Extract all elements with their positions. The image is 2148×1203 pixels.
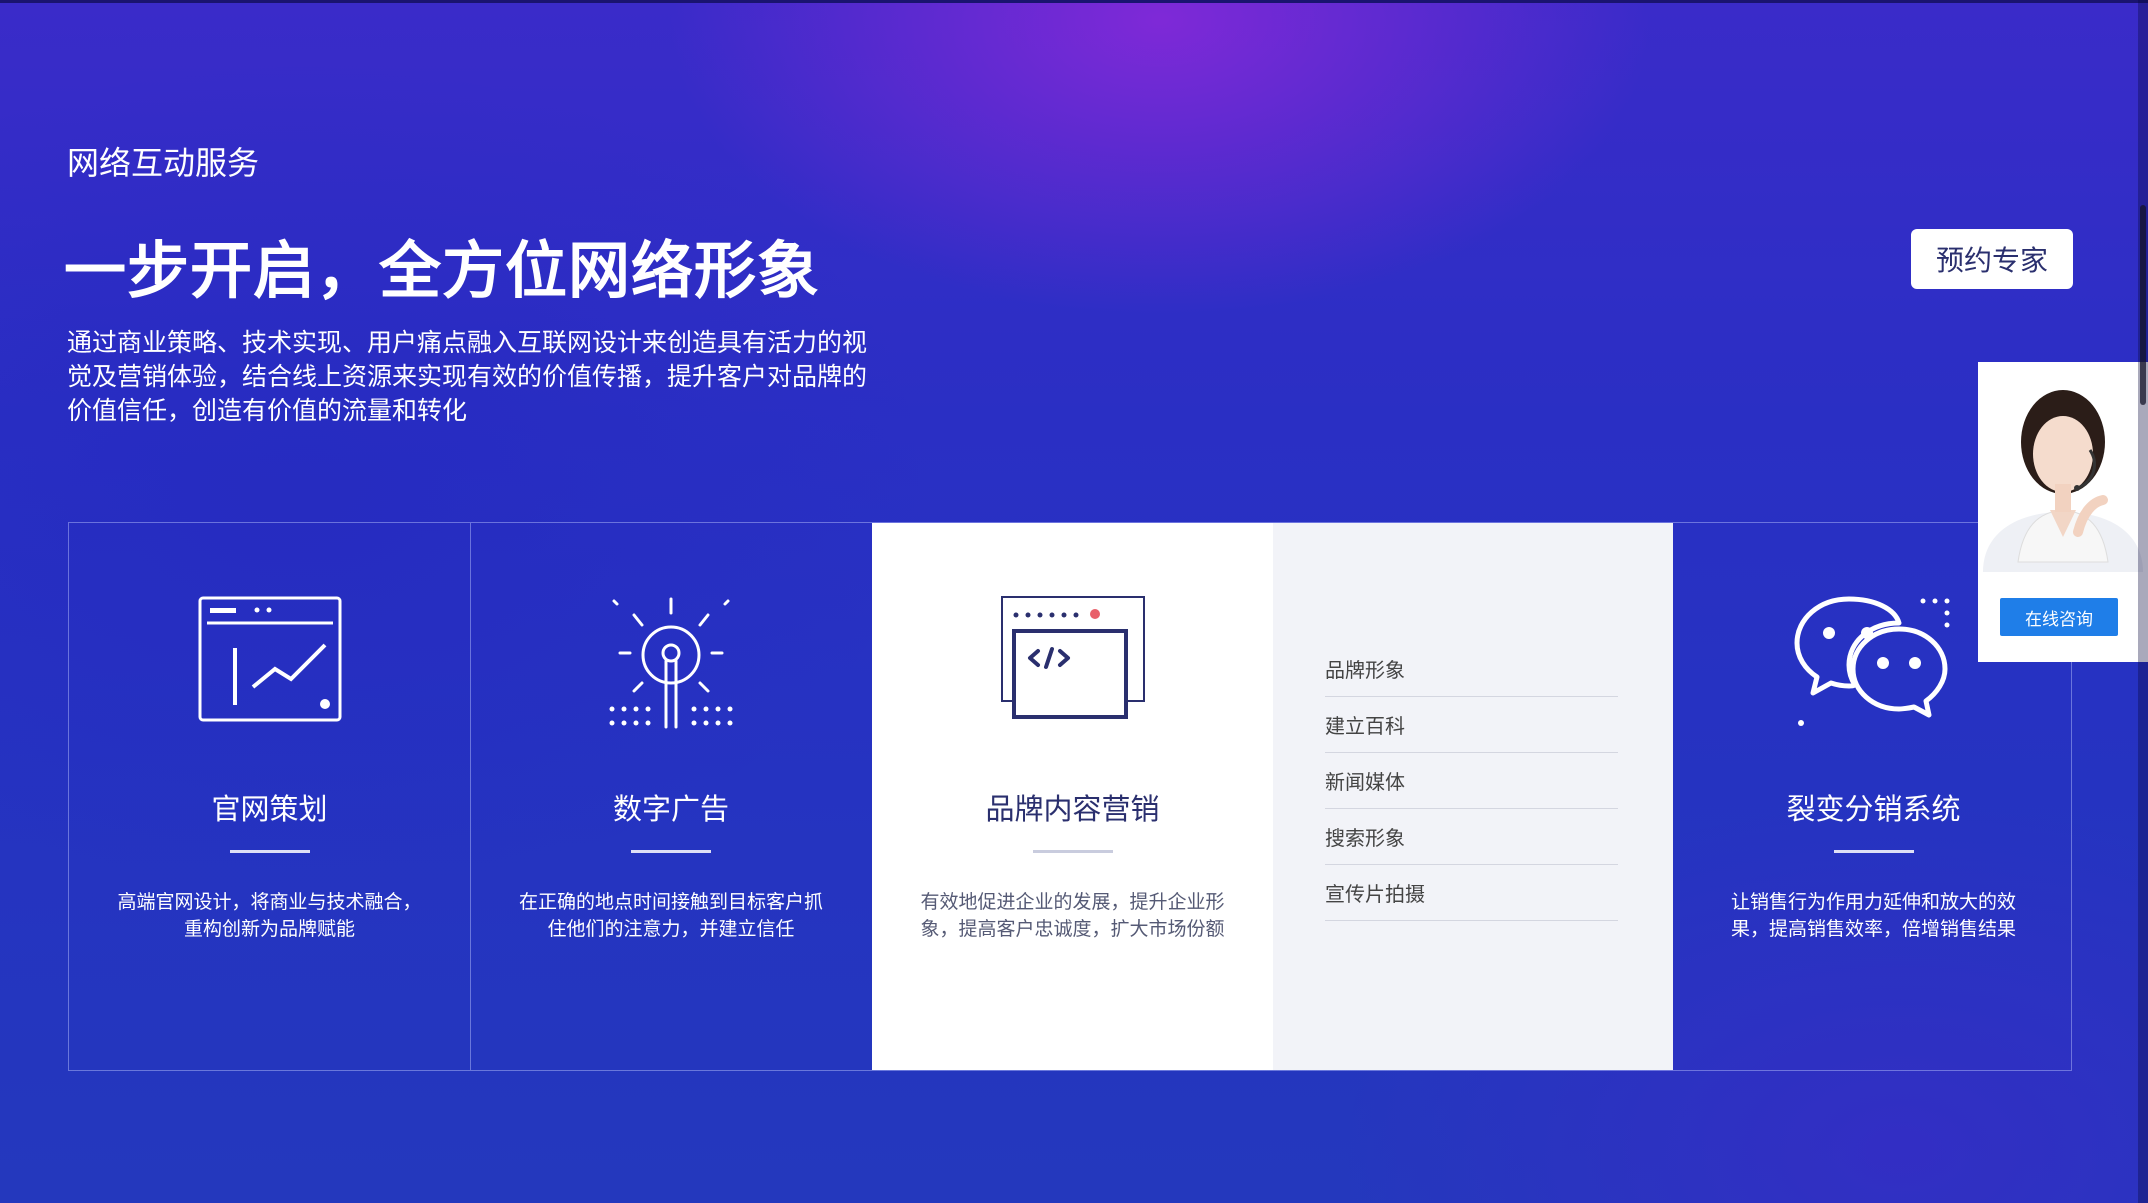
chart-window-icon — [69, 593, 470, 733]
online-consult-button[interactable]: 在线咨询 — [2000, 598, 2118, 636]
submenu-item-encyclopedia[interactable]: 建立百科 — [1325, 696, 1618, 753]
customer-service-avatar — [1978, 362, 2148, 572]
card-title: 裂变分销系统 — [1786, 792, 1961, 826]
card-title: 官网策划 — [211, 792, 328, 826]
section-eyebrow: 网络互动服务 — [67, 144, 260, 182]
card-description: 让销售行为作用力延伸和放大的效果，提高销售效率，倍增销售结果 — [1730, 891, 2016, 940]
card-description: 高端官网设计，将商业与技术融合，重构创新为品牌赋能 — [117, 891, 422, 940]
card-divider — [1032, 850, 1113, 853]
scrollbar-track[interactable] — [2138, 0, 2148, 1203]
section-intro: 通过商业策略、技术实现、用户痛点融入互联网设计来创造具有活力的视觉及营销体验，结… — [67, 328, 868, 425]
customer-service-panel: 在线咨询 — [1978, 362, 2148, 662]
card-digital-ads[interactable]: 数字广告 在正确的地点时间接触到目标客户抓住他们的注意力，并建立信任 — [470, 523, 871, 1070]
code-window-icon — [872, 593, 1273, 733]
card-title: 数字广告 — [612, 792, 729, 826]
card-title: 品牌内容营销 — [985, 792, 1160, 826]
top-border — [0, 0, 2148, 3]
card-description: 在正确的地点时间接触到目标客户抓住他们的注意力，并建立信任 — [518, 891, 823, 940]
page-title: 一步开启，全方位网络形象 — [64, 234, 821, 307]
scrollbar-thumb[interactable] — [2140, 205, 2146, 405]
card-website-planning[interactable]: 官网策划 高端官网设计，将商业与技术融合，重构创新为品牌赋能 — [69, 523, 470, 1070]
book-expert-button[interactable]: 预约专家 — [1911, 229, 2073, 289]
card-divider — [1833, 850, 1914, 853]
service-cards: 官网策划 高端官网设计，将商业与技术融合，重构创新为品牌赋能 数字广告 在正确的… — [68, 522, 2072, 1071]
submenu-item-promo-video[interactable]: 宣传片拍摄 — [1325, 864, 1618, 921]
submenu-item-brand-image[interactable]: 品牌形象 — [1325, 640, 1618, 697]
card-brand-content-marketing[interactable]: 品牌内容营销 有效地促进企业的发展，提升企业形象，提高客户忠诚度，扩大市场份额 — [872, 523, 1273, 1070]
submenu-item-news-media[interactable]: 新闻媒体 — [1325, 752, 1618, 809]
card-description: 有效地促进企业的发展，提升企业形象，提高客户忠诚度，扩大市场份额 — [920, 891, 1225, 940]
card-divider — [631, 850, 711, 853]
submenu-item-search-image[interactable]: 搜索形象 — [1325, 808, 1618, 865]
lightbulb-icon — [471, 593, 871, 733]
brand-submenu: 品牌形象 建立百科 新闻媒体 搜索形象 宣传片拍摄 — [1273, 523, 1673, 1070]
card-divider — [229, 850, 310, 853]
